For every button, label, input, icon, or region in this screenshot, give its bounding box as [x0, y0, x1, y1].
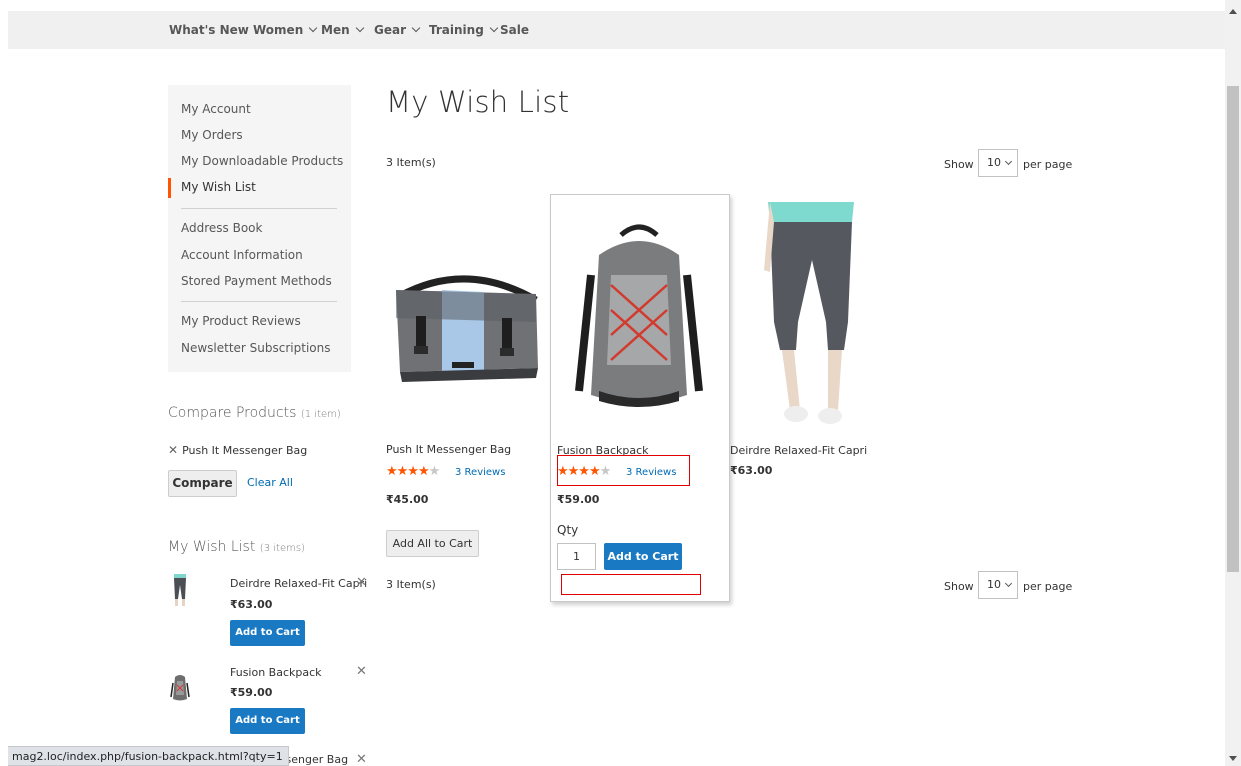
scroll-down-arrow-icon[interactable] — [1229, 756, 1237, 761]
backpack-thumbnail[interactable] — [168, 668, 192, 708]
nav-sale[interactable]: Sale — [500, 23, 529, 37]
add-all-to-cart-button[interactable]: Add All to Cart — [386, 530, 479, 557]
sidebar-item-my-orders[interactable]: My Orders — [181, 128, 243, 142]
product-price: ₹59.00 — [557, 493, 600, 506]
add-to-cart-button[interactable]: Add to Cart — [604, 543, 682, 570]
product-item: Deirdre Relaxed-Fit Capri ₹63.00 — [730, 200, 890, 480]
backpack-image[interactable] — [551, 215, 729, 415]
remove-icon[interactable]: ✕ — [356, 664, 367, 679]
sidebar-item-newsletter-subscriptions[interactable]: Newsletter Subscriptions — [181, 341, 331, 355]
wishlist-item-price: ₹63.00 — [230, 598, 273, 611]
product-item: Push It Messenger Bag — [386, 230, 546, 456]
scroll-up-arrow-icon[interactable] — [1229, 9, 1237, 14]
compare-item-name[interactable]: Push It Messenger Bag — [182, 444, 307, 457]
remove-icon[interactable]: ✕ — [168, 443, 178, 457]
sidebar-item-my-wish-list: My Wish List — [181, 180, 256, 194]
chevron-down-icon — [489, 23, 499, 33]
product-name[interactable]: Deirdre Relaxed-Fit Capri — [730, 444, 867, 457]
wishlist-item-name[interactable]: Deirdre Relaxed-Fit Capri — [230, 577, 367, 590]
scroll-thumb[interactable] — [1227, 86, 1239, 572]
chevron-down-icon — [1004, 579, 1013, 588]
qty-input[interactable]: 1 — [557, 543, 596, 570]
sidebar-divider — [181, 208, 337, 209]
item-count: 3 Item(s) — [386, 156, 436, 169]
sidebar-item-product-reviews[interactable]: My Product Reviews — [181, 314, 301, 328]
wishlist-add-to-cart-button[interactable]: Add to Cart — [230, 620, 305, 646]
reviews-link[interactable]: 3 Reviews — [455, 467, 505, 478]
sidebar-item-account-information[interactable]: Account Information — [181, 248, 303, 262]
compare-button[interactable]: Compare — [168, 470, 237, 497]
product-item-hovered — [550, 194, 730, 602]
product-price: ₹45.00 — [386, 493, 429, 506]
capri-thumbnail[interactable] — [168, 573, 192, 613]
page-title: My Wish List — [386, 85, 570, 119]
top-navigation: What's New Women Men Gear Training Sale — [8, 11, 1225, 49]
per-page-select[interactable]: 10 — [978, 571, 1018, 599]
chevron-down-icon — [355, 23, 364, 33]
browser-status-bar: mag2.loc/index.php/fusion-backpack.html?… — [8, 746, 289, 766]
item-count: 3 Item(s) — [386, 578, 436, 591]
account-navigation: My Account My Orders My Downloadable Pro… — [168, 85, 351, 372]
rating-stars: ★★★★★ — [386, 464, 440, 479]
capri-image[interactable] — [730, 200, 890, 430]
limiter-show-label: Show — [944, 158, 974, 171]
sidebar-wishlist-title: My Wish List (3 items) — [168, 539, 305, 555]
annotation-box — [561, 574, 701, 595]
product-name[interactable]: Push It Messenger Bag — [386, 443, 511, 456]
limiter-show-label: Show — [944, 580, 974, 593]
sidebar-item-my-account[interactable]: My Account — [181, 102, 251, 116]
compare-item: ✕ Push It Messenger Bag — [168, 443, 307, 457]
remove-icon[interactable]: ✕ — [356, 752, 367, 766]
wishlist-add-to-cart-button[interactable]: Add to Cart — [230, 708, 305, 734]
chevron-down-icon — [1004, 157, 1013, 166]
nav-gear[interactable]: Gear — [374, 23, 421, 37]
annotation-box — [557, 455, 690, 486]
limiter-per-page-label: per page — [1023, 580, 1073, 593]
chevron-down-icon — [411, 23, 421, 33]
chevron-down-icon — [309, 23, 318, 33]
limiter-per-page-label: per page — [1023, 158, 1073, 171]
product-price: ₹63.00 — [730, 464, 773, 477]
nav-women[interactable]: Women — [253, 23, 318, 37]
nav-men[interactable]: Men — [321, 23, 364, 37]
per-page-select[interactable]: 10 — [978, 149, 1018, 177]
nav-whats-new[interactable]: What's New — [169, 23, 249, 37]
compare-products-title: Compare Products (1 item) — [168, 405, 341, 421]
sidebar-item-downloadable-products[interactable]: My Downloadable Products — [181, 154, 343, 168]
messenger-bag-image[interactable] — [386, 250, 546, 410]
wishlist-item-price: ₹59.00 — [230, 686, 273, 699]
wishlist-item-name[interactable]: Fusion Backpack — [230, 666, 322, 679]
remove-icon[interactable]: ✕ — [356, 575, 367, 590]
nav-training[interactable]: Training — [429, 23, 499, 37]
sidebar-divider — [181, 301, 337, 302]
sidebar-item-stored-payment-methods[interactable]: Stored Payment Methods — [181, 274, 332, 288]
current-item-indicator — [168, 178, 171, 198]
page-scrollbar[interactable] — [1225, 0, 1241, 766]
sidebar-item-address-book[interactable]: Address Book — [181, 221, 262, 235]
clear-all-link[interactable]: Clear All — [247, 476, 293, 489]
qty-label: Qty — [557, 523, 579, 537]
